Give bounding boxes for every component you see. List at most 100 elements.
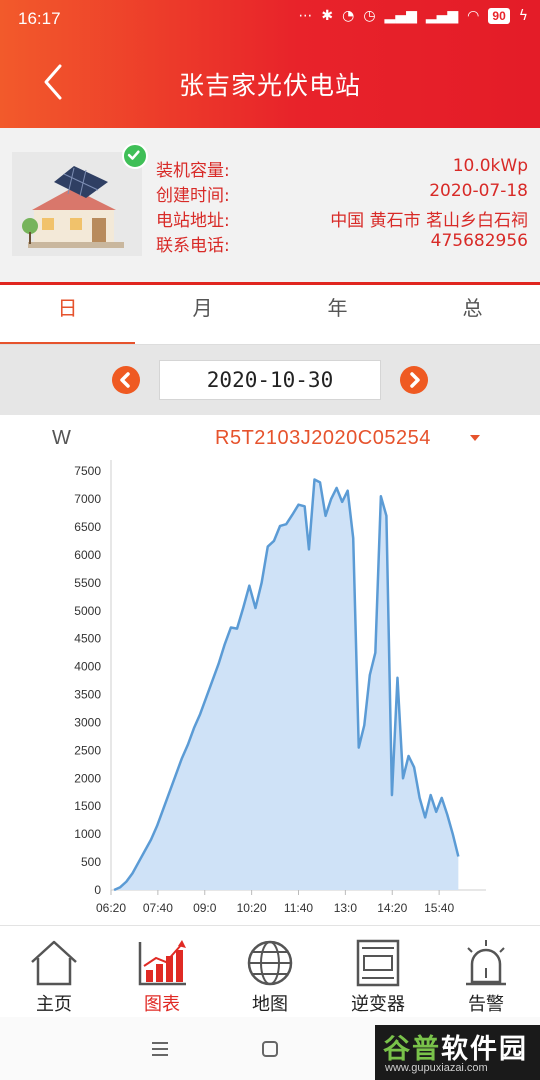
x-tick-label: 06:20 bbox=[96, 901, 126, 915]
status-icons: ⋯ ✱ ◔ ◷ ▂▄▆ ▂▄▆ ◠ 90 ϟ bbox=[298, 8, 528, 24]
title-bar: 张吉家光伏电站 bbox=[0, 38, 540, 128]
y-tick-label: 2000 bbox=[74, 771, 101, 785]
y-tick-label: 4000 bbox=[74, 660, 101, 674]
info-capacity-value: 10.0kWp bbox=[452, 156, 528, 176]
info-address-value: 中国 黄石市 茗山乡白石祠 bbox=[330, 211, 528, 231]
y-tick-label: 6500 bbox=[74, 520, 101, 534]
y-tick-label: 0 bbox=[94, 883, 101, 897]
power-chart: 0 500 1000 1500 2000 2500 3000 3500 4000 4500 5000… bbox=[74, 460, 486, 915]
series-area-fill bbox=[114, 479, 459, 890]
y-tick-label: 7000 bbox=[74, 492, 101, 506]
home-square-icon[interactable] bbox=[258, 1037, 282, 1061]
tab-month-label: 月 bbox=[192, 296, 213, 320]
nav-map[interactable]: 地图 bbox=[216, 934, 324, 1015]
info-address: 电站地址: 中国 黄石市 茗山乡白石祠 bbox=[156, 206, 528, 232]
alarm-clock-icon: ◷ bbox=[363, 8, 376, 24]
chart-header: W R5T2103J2020C05254 bbox=[0, 415, 540, 460]
nav-inverter-label: 逆变器 bbox=[351, 994, 405, 1015]
watermark-title-a: 谷普 bbox=[383, 1034, 441, 1065]
chevron-right-icon bbox=[410, 372, 420, 388]
next-date-button[interactable] bbox=[400, 366, 428, 394]
info-created: 创建时间: 2020-07-18 bbox=[156, 181, 528, 207]
y-tick-label: 2500 bbox=[74, 743, 101, 757]
tab-month[interactable]: 月 bbox=[135, 285, 270, 345]
wifi-icon: ◠ bbox=[467, 8, 480, 24]
alarm-icon bbox=[466, 940, 506, 986]
house-illustration bbox=[22, 166, 124, 248]
nav-alarm-label: 告警 bbox=[468, 994, 504, 1015]
info-phone-value[interactable]: 475682956 bbox=[431, 231, 528, 251]
chevron-left-icon bbox=[120, 372, 130, 388]
y-tick-label: 1500 bbox=[74, 799, 101, 813]
bluetooth-icon: ✱ bbox=[321, 8, 334, 24]
x-tick-label: 11:40 bbox=[284, 901, 313, 915]
nav-map-label: 地图 bbox=[252, 994, 288, 1015]
mute-icon: ◔ bbox=[342, 8, 355, 24]
info-capacity-label: 装机容量: bbox=[156, 161, 230, 181]
status-bar: 16:17 ⋯ ✱ ◔ ◷ ▂▄▆ ▂▄▆ ◠ 90 ϟ bbox=[0, 0, 540, 38]
y-tick-label: 7500 bbox=[74, 464, 101, 478]
tab-total-label: 总 bbox=[462, 296, 483, 320]
tab-year[interactable]: 年 bbox=[270, 285, 405, 345]
watermark-url: www.gupuxiazai.com bbox=[385, 1062, 488, 1074]
info-phone: 联系电话: 475682956 bbox=[156, 231, 528, 257]
chart-unit-label: W bbox=[52, 427, 71, 449]
chart-icon bbox=[138, 940, 186, 986]
y-tick-label: 4500 bbox=[74, 632, 101, 646]
info-phone-label: 联系电话: bbox=[156, 236, 230, 256]
app-header-bar: 16:17 ⋯ ✱ ◔ ◷ ▂▄▆ ▂▄▆ ◠ 90 ϟ 张吉家光伏电站 bbox=[0, 0, 540, 128]
y-tick-label: 3500 bbox=[74, 688, 101, 702]
info-created-label: 创建时间: bbox=[156, 186, 230, 206]
watermark-title: 谷普软件园 bbox=[383, 1027, 528, 1066]
y-tick-label: 5000 bbox=[74, 604, 101, 618]
verified-check-icon bbox=[122, 143, 148, 169]
page-title: 张吉家光伏电站 bbox=[178, 71, 361, 100]
inverter-icon bbox=[356, 939, 400, 987]
device-selector[interactable]: R5T2103J2020C05254 bbox=[215, 427, 431, 450]
nav-inverter[interactable]: 逆变器 bbox=[324, 934, 432, 1015]
home-icon bbox=[31, 940, 77, 986]
signal-icon: ▂▄▆ bbox=[384, 8, 417, 24]
y-tick-label: 1000 bbox=[74, 827, 101, 841]
date-picker-bar: 2020-10-30 bbox=[0, 345, 540, 415]
station-info-panel: 装机容量: 10.0kWp 创建时间: 2020-07-18 电站地址: 中国 … bbox=[0, 128, 540, 282]
y-tick-label: 5500 bbox=[74, 576, 101, 590]
bottom-nav: 主页 图表 地图 逆变器 告警 bbox=[0, 925, 540, 1017]
dropdown-caret-icon[interactable] bbox=[470, 435, 480, 441]
menu-icon[interactable] bbox=[148, 1037, 172, 1061]
nav-home[interactable]: 主页 bbox=[0, 934, 108, 1015]
battery-icon: 90 bbox=[488, 8, 510, 24]
info-address-label: 电站地址: bbox=[156, 211, 230, 231]
nav-chart-label: 图表 bbox=[144, 994, 180, 1015]
x-tick-label: 13:0 bbox=[334, 901, 358, 915]
nav-home-label: 主页 bbox=[36, 994, 72, 1015]
x-tick-label: 14:20 bbox=[377, 901, 407, 915]
info-capacity: 装机容量: 10.0kWp bbox=[156, 156, 528, 182]
prev-date-button[interactable] bbox=[112, 366, 140, 394]
tab-total[interactable]: 总 bbox=[405, 285, 540, 345]
nav-chart[interactable]: 图表 bbox=[108, 934, 216, 1015]
status-time: 16:17 bbox=[18, 9, 61, 28]
signal-2-icon: ▂▄▆ bbox=[425, 8, 459, 24]
nav-alarm[interactable]: 告警 bbox=[432, 934, 540, 1015]
notification-dots-icon: ⋯ bbox=[298, 8, 313, 24]
x-tick-label: 09:0 bbox=[193, 901, 217, 915]
watermark-title-b: 软件园 bbox=[441, 1034, 528, 1065]
date-field[interactable]: 2020-10-30 bbox=[159, 360, 381, 400]
x-tick-label: 10:20 bbox=[237, 901, 267, 915]
tab-day-label: 日 bbox=[57, 296, 78, 320]
charging-icon: ϟ bbox=[518, 8, 528, 24]
tab-day[interactable]: 日 bbox=[0, 285, 135, 345]
y-tick-label: 6000 bbox=[74, 548, 101, 562]
watermark-logo: 谷普软件园 www.gupuxiazai.com bbox=[375, 1025, 540, 1080]
tab-year-label: 年 bbox=[327, 296, 348, 320]
x-tick-label: 07:40 bbox=[143, 901, 173, 915]
globe-icon bbox=[247, 940, 293, 986]
info-created-value: 2020-07-18 bbox=[429, 181, 528, 201]
app-root: 16:17 ⋯ ✱ ◔ ◷ ▂▄▆ ▂▄▆ ◠ 90 ϟ 张吉家光伏电站 装机容… bbox=[0, 0, 540, 1080]
x-tick-label: 15:40 bbox=[424, 901, 454, 915]
period-tabs: 日 月 年 总 bbox=[0, 285, 540, 345]
y-tick-label: 500 bbox=[81, 855, 101, 869]
y-tick-label: 3000 bbox=[74, 715, 101, 729]
station-house-image bbox=[12, 152, 142, 256]
